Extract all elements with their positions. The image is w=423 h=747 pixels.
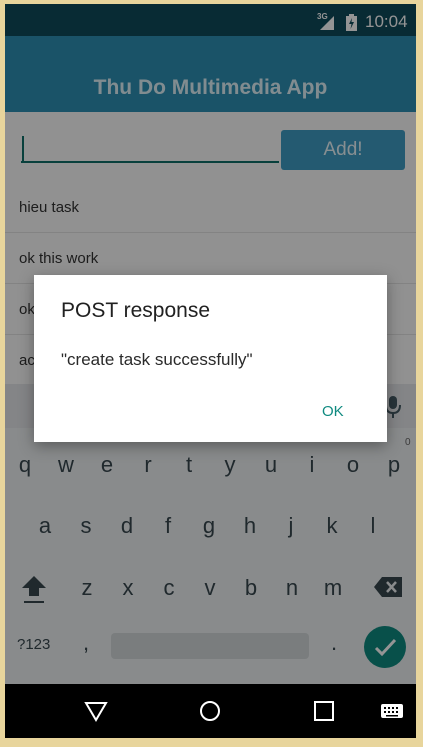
dialog-title: POST response xyxy=(61,299,211,322)
home-icon[interactable] xyxy=(197,698,223,724)
back-icon[interactable] xyxy=(83,698,109,724)
keyboard-switch-icon[interactable] xyxy=(380,698,404,724)
phone-screen: 3G 10:04 Thu Do Multimedia App Add! hieu… xyxy=(5,4,416,738)
recents-icon[interactable] xyxy=(311,698,337,724)
navigation-bar xyxy=(5,684,416,738)
response-dialog: POST response "create task successfully"… xyxy=(34,275,387,442)
ok-button[interactable]: OK xyxy=(316,399,350,424)
dialog-message: "create task successfully" xyxy=(61,350,253,369)
